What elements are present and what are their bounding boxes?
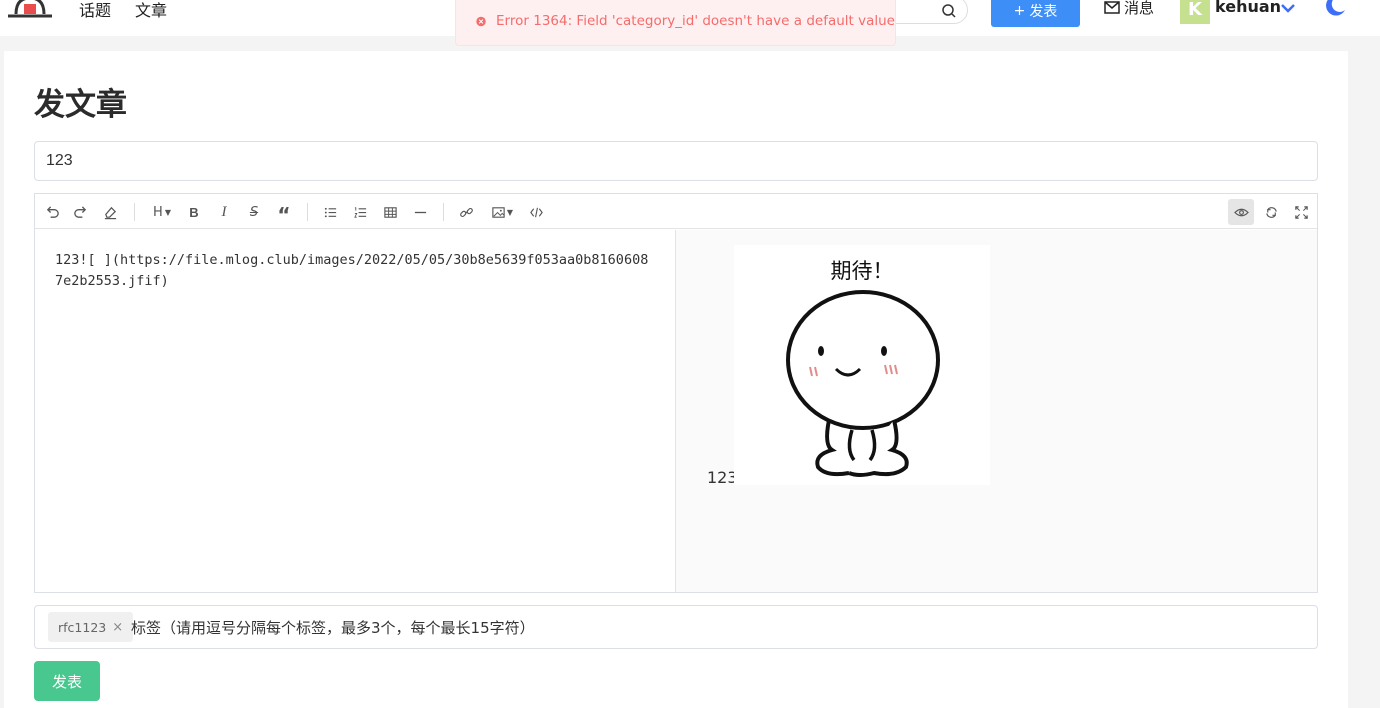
tag-chip: rfc1123 ×: [48, 612, 134, 642]
close-icon[interactable]: ×: [112, 620, 123, 635]
table-icon[interactable]: [377, 199, 403, 225]
toolbar-divider: [443, 203, 444, 221]
image-dropdown[interactable]: ▼: [485, 199, 519, 225]
publish-top-button[interactable]: + 发表: [991, 0, 1080, 27]
sync-scroll-icon[interactable]: [1258, 199, 1284, 225]
caret-down-icon: ▼: [164, 207, 171, 217]
error-circle-icon: [476, 16, 486, 26]
heading-icon: H: [153, 204, 163, 220]
messages-label: 消息: [1124, 0, 1155, 17]
search-icon[interactable]: [941, 3, 957, 19]
preview-toggle-eye-icon[interactable]: [1228, 199, 1254, 225]
quote-icon[interactable]: “: [271, 199, 297, 227]
title-input[interactable]: [34, 141, 1318, 181]
preview-pane: 123 期待！: [675, 230, 1317, 592]
error-toast: Error 1364: Field 'category_id' doesn't …: [455, 0, 896, 46]
publish-top-label: 发表: [1029, 3, 1058, 20]
error-message: Error 1364: Field 'category_id' doesn't …: [496, 13, 895, 29]
markdown-textarea[interactable]: 123![ ](https://file.mlog.club/images/20…: [35, 230, 675, 592]
preview-image: 期待！: [734, 245, 990, 485]
publish-button[interactable]: 发表: [34, 661, 100, 701]
article-form-card: 发文章 H ▼ B I S “: [4, 51, 1348, 708]
image-icon: [492, 206, 505, 218]
preview-text: 123: [707, 468, 738, 487]
nav-link-articles[interactable]: 文章: [135, 0, 167, 21]
editor-toolbar: H ▼ B I S “ ▼: [35, 194, 1317, 229]
tag-label: rfc1123: [58, 619, 107, 635]
italic-icon[interactable]: I: [211, 199, 237, 225]
ordered-list-icon[interactable]: [347, 199, 373, 225]
caret-down-icon: ▼: [506, 207, 514, 217]
heading-dropdown[interactable]: H ▼: [145, 199, 179, 225]
site-logo[interactable]: [4, 0, 56, 20]
bold-icon[interactable]: B: [181, 199, 207, 225]
chevron-down-icon[interactable]: [1280, 1, 1296, 15]
smiling-blob-illustration: [786, 290, 940, 477]
undo-icon[interactable]: [39, 199, 65, 225]
link-icon[interactable]: [453, 199, 479, 225]
page-title: 发文章: [34, 87, 127, 123]
horizontal-rule-icon[interactable]: [407, 199, 433, 225]
unordered-list-icon[interactable]: [317, 199, 343, 225]
username[interactable]: kehuan: [1215, 0, 1281, 16]
eraser-icon[interactable]: [97, 199, 123, 225]
nav-link-topics[interactable]: 话题: [79, 0, 111, 21]
tags-input[interactable]: rfc1123 × 标签（请用逗号分隔每个标签，最多3个，每个最长15字符）: [34, 605, 1318, 649]
redo-icon[interactable]: [67, 199, 93, 225]
fullscreen-icon[interactable]: [1288, 199, 1314, 225]
markdown-editor: H ▼ B I S “ ▼ 123![](https://file.mlog.…: [34, 193, 1318, 593]
avatar[interactable]: K: [1180, 0, 1210, 24]
toolbar-divider: [307, 203, 308, 221]
plus-icon: +: [1013, 2, 1026, 19]
code-block-icon[interactable]: [523, 199, 549, 225]
messages-link[interactable]: 消息: [1104, 0, 1154, 18]
mail-icon: [1104, 1, 1120, 14]
toolbar-divider: [134, 203, 135, 221]
strikethrough-icon[interactable]: S: [241, 199, 267, 225]
tags-placeholder: 标签（请用逗号分隔每个标签，最多3个，每个最长15字符）: [131, 619, 535, 637]
moon-icon[interactable]: [1323, 0, 1347, 18]
